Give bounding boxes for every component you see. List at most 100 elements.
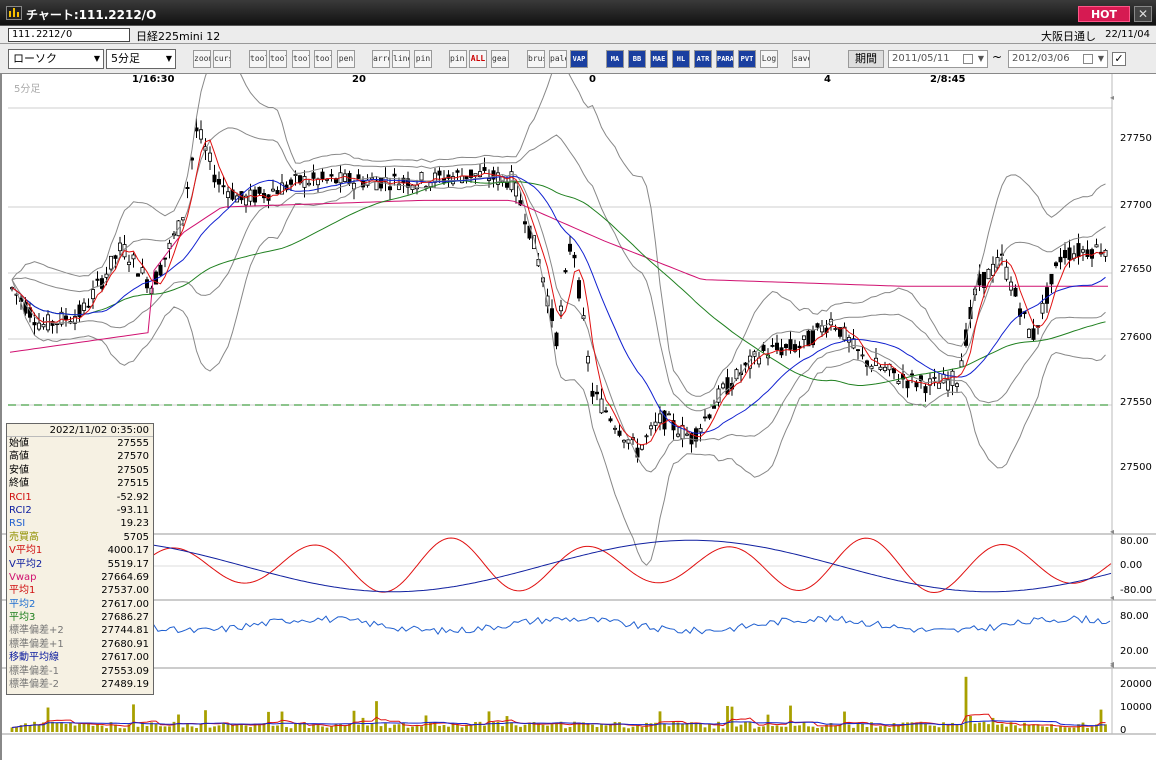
candle-body	[185, 187, 190, 189]
volume-bar	[960, 724, 963, 732]
candle-body	[775, 342, 780, 351]
toolbar-atr-button[interactable]: ATR	[694, 50, 712, 68]
date-from-field[interactable]: 2011/05/11 ▼	[888, 50, 988, 68]
volume-bar	[96, 724, 99, 732]
volume-bar	[694, 723, 698, 732]
candle-body	[288, 179, 293, 185]
calendar-icon[interactable]	[1083, 54, 1093, 64]
volume-bar	[240, 724, 243, 732]
data-panel-row: 標準偏差+1 27680.91	[7, 638, 153, 651]
time-axis-label: 0	[589, 74, 596, 85]
toolbar-brush-button[interactable]: brush	[527, 50, 545, 68]
toolbar-tool-a-button[interactable]: tool-a	[249, 50, 267, 68]
volume-bar	[789, 705, 792, 732]
candle-body	[797, 345, 802, 349]
rsi-axis-label: 20.00	[1120, 646, 1149, 657]
title-bar: チャート:111.2212/O HOT ✕	[0, 0, 1156, 26]
volume-bar	[379, 726, 383, 732]
interval-value: 5分足	[111, 52, 140, 65]
volume-bar	[325, 727, 329, 732]
toolbar-ma-button[interactable]: MA	[606, 50, 624, 68]
volume-bar	[60, 722, 63, 732]
data-panel-label: 移動平均線	[9, 652, 59, 664]
toolbar-tool-c-button[interactable]: tool-c	[292, 50, 310, 68]
period-button[interactable]: 期間	[848, 50, 884, 68]
chevron-down-icon: ▼	[93, 54, 100, 63]
hot-button[interactable]: HOT	[1078, 6, 1130, 22]
interval-select[interactable]: 5分足 ▼	[106, 49, 176, 69]
volume-bar	[195, 727, 198, 732]
volume-bar	[132, 704, 135, 732]
candle-body	[144, 279, 149, 289]
candle-body	[608, 418, 613, 422]
volume-bar	[969, 715, 972, 732]
candle-body	[482, 167, 487, 171]
toolbar-hl-button[interactable]: HL	[672, 50, 690, 68]
toolbar-cursor-button[interactable]: cursor	[213, 50, 231, 68]
candle-body	[932, 376, 937, 379]
volume-bar	[874, 727, 878, 732]
data-panel-value: 27553.09	[101, 665, 149, 677]
scroll-marker: ◂	[1110, 527, 1114, 536]
volume-bar	[1099, 709, 1103, 732]
toolbar-palette-button[interactable]: palette	[549, 50, 567, 68]
toolbar-zoom-button[interactable]: zoom	[193, 50, 211, 68]
toolbar-pin-b-button[interactable]: pin-b	[449, 50, 467, 68]
apply-checkbox[interactable]: ✓	[1112, 52, 1126, 66]
volume-bar	[190, 726, 194, 732]
data-panel: 2022/11/02 0:35:00 始値 27555 高値 27570 安値 27505…	[6, 423, 154, 695]
data-panel-value: 27537.00	[101, 585, 149, 597]
volume-bar	[154, 724, 158, 732]
toolbar-para-button[interactable]: PARA	[716, 50, 734, 68]
data-panel-value: 19.23	[120, 518, 149, 530]
symbol-field[interactable]: 111.2212/O	[8, 28, 130, 42]
toolbar-vap-button[interactable]: VAP	[570, 50, 588, 68]
candle-body	[37, 322, 42, 330]
calendar-icon[interactable]	[963, 54, 973, 64]
toolbar-line-button[interactable]: line	[392, 50, 410, 68]
toolbar-tool-d-button[interactable]: tool-d	[314, 50, 332, 68]
toolbar-tool-b-button[interactable]: tool-b	[269, 50, 287, 68]
close-button[interactable]: ✕	[1134, 6, 1152, 22]
toolbar-arrow-button[interactable]: arrow	[372, 50, 390, 68]
data-panel-value: 27489.19	[101, 679, 149, 691]
candle-body	[486, 178, 491, 181]
candle-body	[225, 191, 230, 198]
toolbar-gear-button[interactable]: gear	[491, 50, 509, 68]
candle-body	[32, 322, 37, 326]
toolbar-bb-button[interactable]: BB	[628, 50, 646, 68]
date-to-field[interactable]: 2012/03/06 ▼	[1008, 50, 1108, 68]
toolbar-pvt-button[interactable]: PVT	[738, 50, 756, 68]
candle-body	[896, 380, 901, 384]
toolbar-log-button[interactable]: Log	[760, 50, 778, 68]
volume-bar	[307, 728, 311, 732]
volume-bar	[388, 727, 392, 732]
data-panel-label: V平均1	[9, 545, 43, 557]
chevron-down-icon[interactable]: ▼	[1098, 51, 1104, 67]
candle-body	[658, 413, 663, 424]
candle-body	[257, 186, 262, 194]
range-separator: ~	[992, 50, 1003, 64]
chart-type-select[interactable]: ローソク ▼	[8, 49, 104, 69]
toolbar-save-button[interactable]: save	[792, 50, 810, 68]
toolbar-pin-button[interactable]: pin	[414, 50, 432, 68]
toolbar-all-button[interactable]: ALL	[469, 50, 487, 68]
candle-body	[937, 382, 942, 389]
volume-bar	[739, 724, 743, 732]
volume-bar	[384, 723, 387, 732]
volume-bar	[330, 726, 333, 732]
candle-body	[955, 383, 960, 387]
price-chart[interactable]: ◂◂◂◂◂	[2, 74, 1156, 760]
volume-bar	[24, 723, 27, 732]
volume-bar	[213, 726, 216, 732]
data-panel-label: RCI2	[9, 504, 32, 516]
candle-body	[1081, 249, 1086, 253]
volume-bar	[1014, 725, 1017, 732]
chart-area[interactable]: ◂ ◂ ◂ ◂ ◂ 5分足 27750 27700 27650 27600 27550 27500…	[0, 74, 1156, 760]
toolbar-pen-button[interactable]: pen	[337, 50, 355, 68]
volume-bar	[514, 725, 518, 732]
volume-bar	[123, 728, 126, 732]
chevron-down-icon[interactable]: ▼	[978, 51, 984, 67]
toolbar-mae-button[interactable]: MAE	[650, 50, 668, 68]
volume-bar	[321, 726, 324, 732]
